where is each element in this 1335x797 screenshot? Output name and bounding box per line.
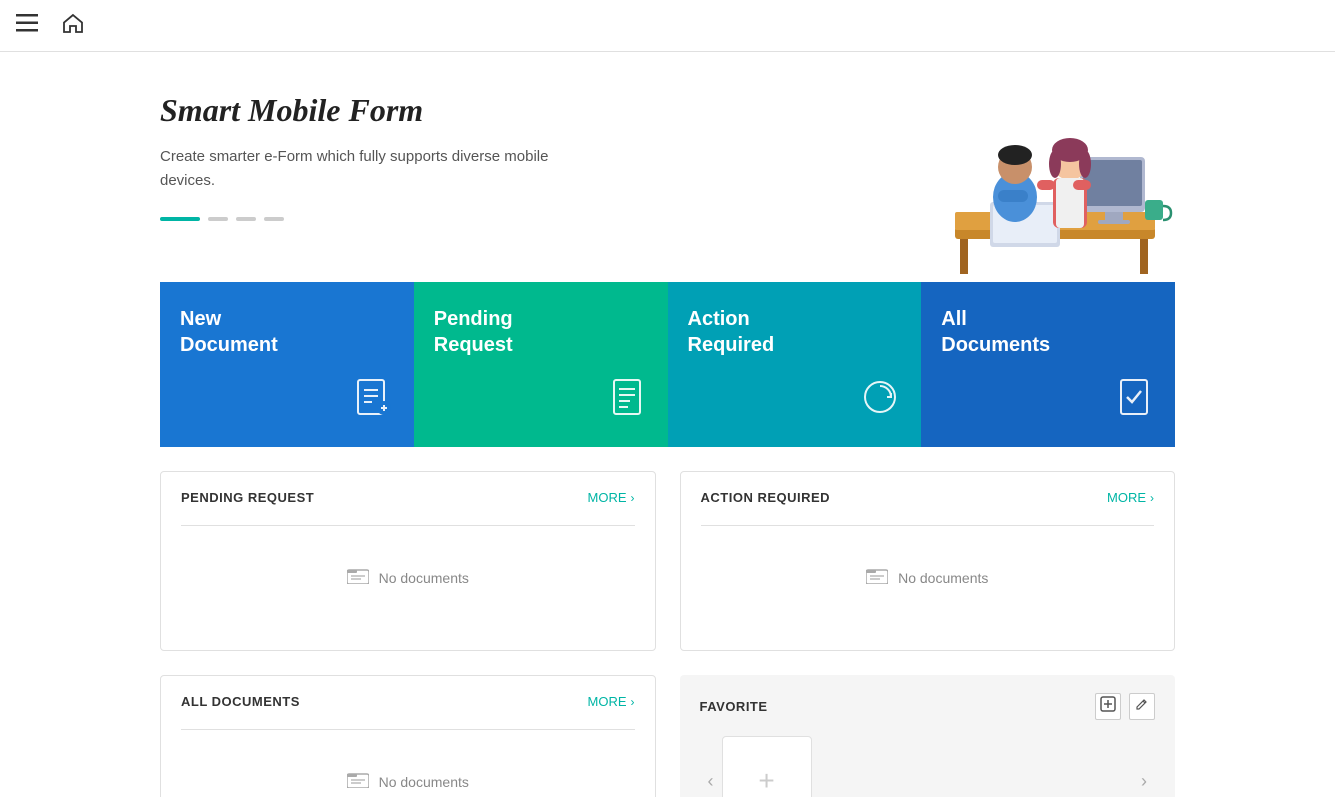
- pending-request-more[interactable]: MORE ›: [588, 490, 635, 505]
- nav-card-new-document[interactable]: NewDocument: [160, 282, 414, 447]
- favorite-content: ‹ + ›: [700, 736, 1156, 797]
- action-no-doc-text: No documents: [898, 570, 988, 586]
- favorite-item-add[interactable]: +: [722, 736, 812, 797]
- hero-section: Smart Mobile Form Create smarter e-Form …: [160, 52, 1175, 282]
- nav-card-action-required[interactable]: ActionRequired: [668, 282, 922, 447]
- dot-3[interactable]: [236, 217, 256, 221]
- pending-no-documents: No documents: [181, 546, 635, 609]
- action-required-header: ACTION REQUIRED MORE ›: [701, 490, 1155, 505]
- dashboard-left: PENDING REQUEST MORE ›: [160, 471, 656, 797]
- nav-card-new-document-label: NewDocument: [180, 306, 394, 358]
- dot-1[interactable]: [160, 217, 200, 221]
- pending-divider: [181, 525, 635, 526]
- menu-icon[interactable]: [16, 14, 38, 38]
- nav-cards: NewDocument PendingRequest: [160, 282, 1175, 447]
- hero-title: Smart Mobile Form: [160, 92, 895, 129]
- action-required-section: ACTION REQUIRED MORE ›: [680, 471, 1176, 651]
- action-no-documents: No documents: [701, 546, 1155, 609]
- fav-add-plus-icon: +: [758, 765, 774, 797]
- favorite-edit-button[interactable]: [1129, 693, 1155, 720]
- hero-subtitle: Create smarter e-Form which fully suppor…: [160, 145, 580, 193]
- hero-dots: [160, 217, 895, 221]
- action-divider: [701, 525, 1155, 526]
- nav-card-all-documents[interactable]: AllDocuments: [921, 282, 1175, 447]
- pending-more-chevron: ›: [631, 491, 635, 505]
- all-documents-icon: [1113, 376, 1155, 427]
- new-document-icon: [352, 376, 394, 427]
- nav-card-all-docs-label: AllDocuments: [941, 306, 1155, 358]
- nav-card-action-label: ActionRequired: [688, 306, 902, 358]
- hero-illustration: [895, 82, 1175, 282]
- favorite-add-button[interactable]: [1095, 693, 1121, 720]
- hero-text: Smart Mobile Form Create smarter e-Form …: [160, 82, 895, 221]
- favorite-section: FAVORITE: [680, 675, 1176, 797]
- all-docs-no-documents: No documents: [181, 750, 635, 797]
- favorite-actions: [1095, 693, 1155, 720]
- dashboard: PENDING REQUEST MORE ›: [160, 471, 1175, 797]
- action-required-title: ACTION REQUIRED: [701, 490, 831, 505]
- header: [0, 0, 1335, 52]
- all-docs-divider: [181, 729, 635, 730]
- dot-2[interactable]: [208, 217, 228, 221]
- pending-request-header: PENDING REQUEST MORE ›: [181, 490, 635, 505]
- dashboard-right: ACTION REQUIRED MORE ›: [680, 471, 1176, 797]
- all-documents-header: ALL DOCUMENTS MORE ›: [181, 694, 635, 709]
- favorite-next-button[interactable]: ›: [1133, 763, 1155, 797]
- dot-4[interactable]: [264, 217, 284, 221]
- favorite-items: +: [722, 736, 1134, 797]
- favorite-title: FAVORITE: [700, 699, 768, 714]
- favorite-prev-button[interactable]: ‹: [700, 763, 722, 797]
- all-documents-title: ALL DOCUMENTS: [181, 694, 300, 709]
- nav-card-pending-request[interactable]: PendingRequest: [414, 282, 668, 447]
- all-documents-more[interactable]: MORE ›: [588, 694, 635, 709]
- favorite-header: FAVORITE: [700, 693, 1156, 720]
- all-docs-more-chevron: ›: [631, 695, 635, 709]
- action-no-doc-icon: [866, 566, 888, 589]
- action-required-icon: [859, 376, 901, 427]
- all-documents-section: ALL DOCUMENTS MORE ›: [160, 675, 656, 797]
- pending-no-doc-text: No documents: [379, 570, 469, 586]
- nav-card-pending-label: PendingRequest: [434, 306, 648, 358]
- all-docs-no-doc-icon: [347, 770, 369, 793]
- all-docs-no-doc-text: No documents: [379, 774, 469, 790]
- home-icon[interactable]: [62, 13, 84, 39]
- pending-request-section: PENDING REQUEST MORE ›: [160, 471, 656, 651]
- pending-request-title: PENDING REQUEST: [181, 490, 314, 505]
- action-required-more[interactable]: MORE ›: [1107, 490, 1154, 505]
- action-more-chevron: ›: [1150, 491, 1154, 505]
- pending-no-doc-icon: [347, 566, 369, 589]
- pending-request-icon: [606, 376, 648, 427]
